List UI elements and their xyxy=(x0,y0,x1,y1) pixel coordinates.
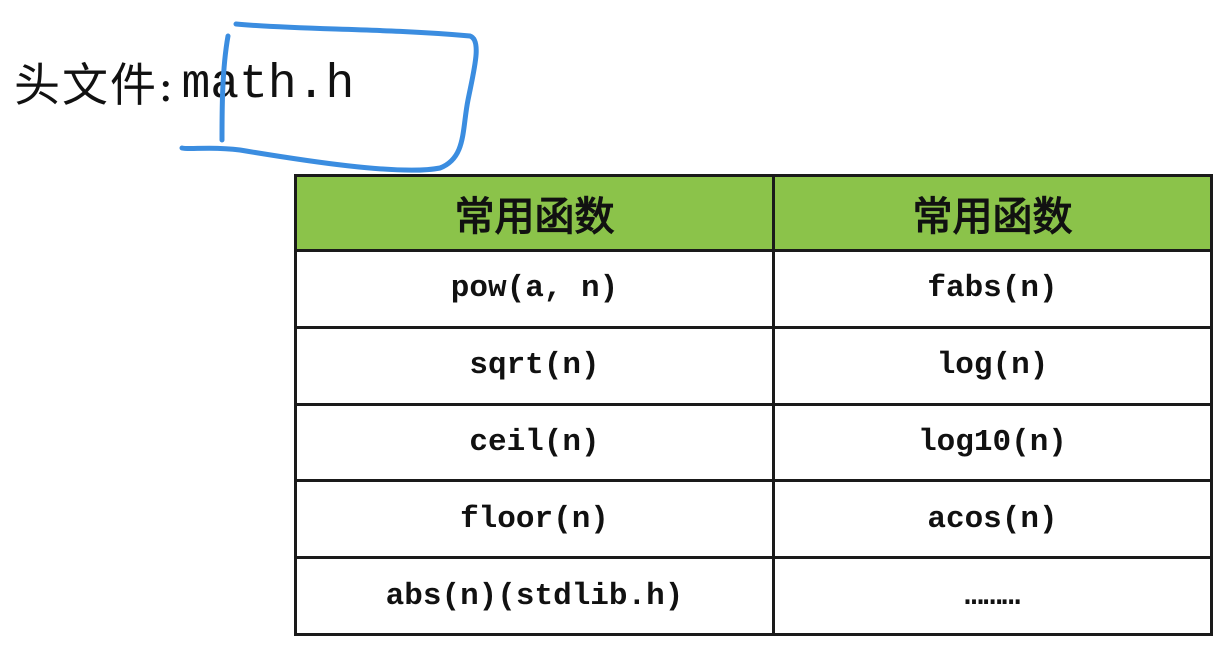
table-cell: ……… xyxy=(772,556,1213,636)
table-cell: ceil(n) xyxy=(294,402,775,483)
header-label: 头文件: xyxy=(14,58,176,112)
table-row: sqrt(n) log(n) xyxy=(294,325,1213,406)
table-cell: floor(n) xyxy=(294,479,775,560)
header-line: 头文件: math.h xyxy=(14,40,354,130)
table-cell: sqrt(n) xyxy=(294,325,775,406)
table-cell: pow(a, n) xyxy=(294,249,775,329)
header-filename: math.h xyxy=(181,58,355,112)
table-cell: acos(n) xyxy=(772,479,1213,560)
table-cell: log10(n) xyxy=(772,402,1213,483)
table-cell: log(n) xyxy=(772,325,1213,406)
column-header: 常用函数 xyxy=(772,174,1213,252)
table-row: ceil(n) log10(n) xyxy=(294,402,1213,483)
table-cell: fabs(n) xyxy=(772,249,1213,329)
functions-table: 常用函数 常用函数 pow(a, n) fabs(n) sqrt(n) log(… xyxy=(294,174,1213,636)
table-row: abs(n)(stdlib.h) ……… xyxy=(294,556,1213,636)
table-row: pow(a, n) fabs(n) xyxy=(294,249,1213,329)
table-header-row: 常用函数 常用函数 xyxy=(294,174,1213,252)
column-header: 常用函数 xyxy=(294,174,775,252)
table-cell: abs(n)(stdlib.h) xyxy=(294,556,775,636)
table-row: floor(n) acos(n) xyxy=(294,479,1213,560)
